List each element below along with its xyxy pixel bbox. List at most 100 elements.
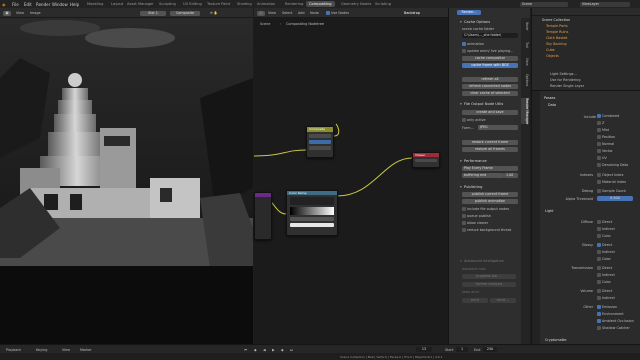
light-transmission-color-checkbox[interactable] <box>597 280 601 284</box>
publishing-header[interactable]: Publishing <box>459 184 521 190</box>
cache-frame-button[interactable]: cache frame with BGS <box>462 63 518 68</box>
light-subheader[interactable]: Light <box>545 209 553 213</box>
reduce-background-checkbox[interactable] <box>462 228 466 232</box>
outliner-item-temple-parts[interactable]: Temple Parts <box>546 24 568 28</box>
light-glossy-color-checkbox[interactable] <box>597 257 601 261</box>
further-analysis-button[interactable]: further analysis <box>462 282 516 287</box>
use-nodes-checkbox[interactable] <box>326 11 330 15</box>
play-icon[interactable]: ▶ <box>272 348 275 352</box>
render-manager-tab[interactable]: Render... <box>457 10 481 15</box>
include-output-checkbox[interactable] <box>462 207 466 211</box>
outliner-extra-2[interactable]: Render Single Layer <box>550 84 584 88</box>
advanced-header[interactable]: Advanced intelligence <box>459 258 521 264</box>
prev-keyframe-icon[interactable]: ◆ <box>254 348 257 352</box>
outliner-item-cloth-basket[interactable]: Cloth Basket <box>546 36 567 40</box>
play-reverse-icon[interactable]: ◀ <box>263 348 266 352</box>
view-layer-selector[interactable]: ViewLayer <box>580 1 630 7</box>
end-frame-field[interactable]: 250 <box>483 347 497 352</box>
workspace-tab-asset-manager[interactable]: Asset Manager <box>124 1 157 7</box>
node-menu-node[interactable]: Node <box>310 11 319 15</box>
only-active-checkbox[interactable] <box>462 118 466 122</box>
data-pass-checkbox[interactable] <box>597 121 601 125</box>
animation-checkbox[interactable] <box>462 42 466 46</box>
sample-count-checkbox[interactable] <box>597 189 601 193</box>
menu-window[interactable]: Window <box>52 2 68 7</box>
light-transmission-indirect-checkbox[interactable] <box>597 273 601 277</box>
format-dropdown[interactable]: JPEG <box>478 125 518 130</box>
data-pass-checkbox[interactable] <box>597 163 601 167</box>
restore-current-frame-button[interactable]: restore current frame <box>462 140 518 145</box>
editor-type-icon[interactable]: ▣ <box>3 10 11 16</box>
outliner-item-cube[interactable]: Cube <box>546 48 555 52</box>
menu-help[interactable]: Help <box>70 2 79 7</box>
cache-options-header[interactable]: Cache Options <box>459 19 521 25</box>
data-pass-checkbox[interactable] <box>597 149 601 153</box>
light-volume-indirect-checkbox[interactable] <box>597 296 601 300</box>
playback-mode-dropdown[interactable]: Play Every Frame <box>462 166 518 171</box>
image-slot-selector[interactable]: Slot 1 <box>140 10 166 16</box>
menu-edit[interactable]: Edit <box>24 2 32 7</box>
node-editor-canvas[interactable]: Scene › Compositing Nodetree Composite V… <box>254 18 448 344</box>
current-frame-field[interactable]: 13 <box>416 347 432 352</box>
sidebar-tab-tool[interactable]: Tool <box>521 42 529 48</box>
data-pass-checkbox[interactable] <box>597 128 601 132</box>
jump-start-icon[interactable]: ⏮ <box>244 348 247 352</box>
data-pass-checkbox[interactable] <box>597 156 601 160</box>
alpha-threshold-field[interactable]: 0.500 <box>597 196 633 201</box>
outliner-item-sky-backing[interactable]: Sky Backing <box>546 42 567 46</box>
refresh-all-button[interactable]: refresh all <box>462 77 518 82</box>
light-transmission-direct-checkbox[interactable] <box>597 266 601 270</box>
blender-logo-icon[interactable]: ◉ <box>2 2 6 7</box>
render-layers-node[interactable] <box>254 192 272 240</box>
light-glossy-direct-checkbox[interactable] <box>597 243 601 247</box>
color-ramp-node[interactable]: Color Ramp <box>286 190 338 236</box>
allow-viewer-checkbox[interactable] <box>462 221 466 225</box>
node-menu-view[interactable]: View <box>268 11 276 15</box>
render-viewport[interactable]: Frame:13 | Time:00:01.13 | Mem:96.2M | .… <box>0 18 253 344</box>
workspace-tab-texture-paint[interactable]: Texture Paint <box>204 1 233 7</box>
workspace-tab-uv-editing[interactable]: UV Editing <box>180 1 205 7</box>
light-other-shadow-checkbox[interactable] <box>597 326 601 330</box>
timeline-playback[interactable]: Playback <box>6 348 21 352</box>
performance-header[interactable]: Performance <box>459 158 521 164</box>
image-pass-selector[interactable]: Composite <box>170 10 200 16</box>
node-editor-type-icon[interactable]: ⬡ <box>257 10 265 16</box>
jump-end-icon[interactable]: ⏭ <box>290 348 293 352</box>
light-diffuse-direct-checkbox[interactable] <box>597 220 601 224</box>
data-pass-checkbox[interactable] <box>597 135 601 139</box>
start-frame-field[interactable]: 1 <box>456 347 468 352</box>
outliner-extra-1[interactable]: Use for Rendering <box>550 78 580 82</box>
material-index-checkbox[interactable] <box>597 180 601 184</box>
clear-cache-button[interactable]: clear cache of selected <box>462 91 518 96</box>
workspace-tab-scripting[interactable]: Scripting <box>372 1 394 7</box>
cache-folder-field[interactable]: C:\Users\..._she folder\ <box>462 33 518 38</box>
send-button[interactable]: send ... <box>490 298 516 303</box>
outliner-scene-collection[interactable]: Scene Collection <box>542 18 570 22</box>
buffering-end-value[interactable]: 1.00 <box>504 173 518 178</box>
file-output-header[interactable]: File Output Node Utils <box>459 101 521 107</box>
data-pass-checkbox[interactable] <box>597 142 601 146</box>
sidebar-tab-render-manager[interactable]: Render Manager <box>521 98 529 125</box>
light-other-ao-checkbox[interactable] <box>597 319 601 323</box>
outliner-item-temple-ruins[interactable]: Temple Ruins <box>546 30 568 34</box>
sidebar-tab-view[interactable]: View <box>521 58 529 66</box>
sidebar-tab-node[interactable]: Node <box>521 22 529 30</box>
next-keyframe-icon[interactable]: ◆ <box>281 348 284 352</box>
data-pass-checkbox[interactable] <box>597 114 601 118</box>
workspace-tab-geometry-nodes[interactable]: Geometry Nodes <box>338 1 374 7</box>
timeline-marker[interactable]: Marker <box>80 348 92 352</box>
restore-all-frames-button[interactable]: restore all frames <box>462 147 518 152</box>
workspace-tab-compositing[interactable]: Compositing <box>306 1 335 7</box>
composite-node[interactable]: Composite <box>306 126 334 158</box>
update-anim-checkbox[interactable] <box>462 49 466 53</box>
timeline-keying[interactable]: Keying <box>36 348 47 352</box>
object-index-checkbox[interactable] <box>597 173 601 177</box>
data-subheader[interactable]: Data <box>548 103 556 107</box>
outliner-item-objects[interactable]: Objects <box>546 54 559 58</box>
node-menu-select[interactable]: Select <box>282 11 292 15</box>
cache-compositor-button[interactable]: cache compositor <box>462 56 518 61</box>
cryptomatte-subheader[interactable]: Cryptomatte <box>545 338 566 342</box>
image-zoom-icon[interactable]: ⊕ ✋ <box>210 11 218 15</box>
image-image-menu[interactable]: Image <box>30 11 41 15</box>
create-and-save-button[interactable]: create and save <box>462 110 518 115</box>
